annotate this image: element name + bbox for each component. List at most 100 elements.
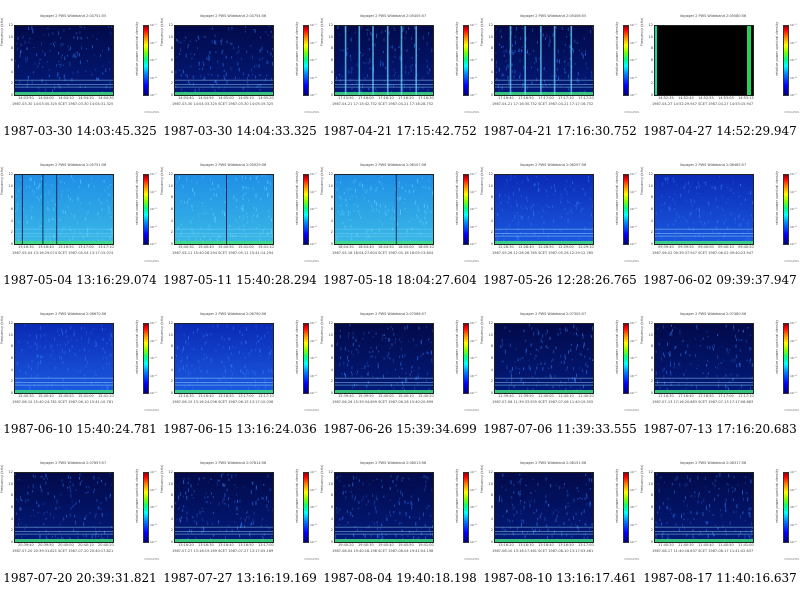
colorbar-tick-label: 10⁻¹ [630,321,637,325]
noise-speck [549,336,551,340]
noise-speck [95,534,97,538]
y-tick-label: 4 [170,516,173,521]
spectrogram-thumbnail[interactable]: Voyager 2 PWS Wideband 2:06107:56 Freque… [320,163,479,269]
image-caption[interactable]: 1987-08-04 19:40:18.198 [320,571,480,585]
spectrogram-thumbnail[interactable]: Voyager 2 PWS Wideband 2:08151:56 Freque… [480,461,639,567]
colorbar-ticks: 10⁻¹ 10⁻² 10⁻³ 10⁻⁴ 10⁻⁵ [790,321,800,395]
spectrogram-thumbnail[interactable]: Voyager 2 PWS Wideband 2:05929:56 Freque… [160,163,319,269]
gallery-item-3[interactable]: Voyager 2 PWS Wideband 2:05405:57 Freque… [320,0,480,149]
noise-speck [577,201,579,205]
gallery-item-20[interactable]: Voyager 2 PWS Wideband 2:08317:56 Freque… [640,447,800,596]
image-caption[interactable]: 1987-06-15 13:16:24.036 [160,422,320,436]
spectrogram-thumbnail[interactable]: Voyager 2 PWS Wideband 2:07305:57 Freque… [480,312,639,418]
image-caption[interactable]: 1987-04-21 17:16:30.752 [480,124,640,138]
spectrogram-thumbnail[interactable]: Voyager 2 PWS Wideband 2:08013:56 Freque… [320,461,480,567]
image-caption[interactable]: 1987-08-10 13:16:17.461 [480,571,640,585]
noise-speck [65,210,66,215]
spectrogram-thumbnail[interactable]: Voyager 2 PWS Wideband 2:05406:55 Freque… [480,14,639,120]
noise-speck [351,371,352,374]
x-tick-label: 17:16:40 [498,96,514,100]
spectrogram-thumbnail[interactable]: Voyager 2 PWS Wideband 2:04751:55 Freque… [0,14,159,120]
image-caption[interactable]: 1987-04-27 14:52:29.947 [640,124,800,138]
spectrogram-thumbnail[interactable]: Voyager 2 PWS Wideband 2:06297:56 Freque… [480,163,639,269]
image-caption[interactable]: 1987-03-30 14:03:45.325 [0,124,160,138]
spectrogram-thumbnail[interactable]: Voyager 2 PWS Wideband 2:05580:56 Freque… [640,14,799,120]
image-caption[interactable]: 1987-07-06 11:39:33.555 [480,422,640,436]
noise-speck [418,209,420,212]
noise-speck [714,185,716,189]
noise-speck [221,210,223,214]
gallery-item-11[interactable]: Voyager 2 PWS Wideband 2:06670:56 Freque… [0,298,160,447]
spectrogram-thumbnail[interactable]: Voyager 2 PWS Wideband 2:07653:57 Freque… [0,461,159,567]
image-caption[interactable]: 1987-05-04 13:16:29.074 [0,273,160,287]
noise-speck [414,386,416,391]
colorbar-tick-label: 10⁻³ [790,207,797,211]
gallery-item-6[interactable]: Voyager 2 PWS Wideband 2:05751:56 Freque… [0,149,160,298]
gallery-item-15[interactable]: Voyager 2 PWS Wideband 2:07480:56 Freque… [640,298,800,447]
image-caption[interactable]: 1987-05-18 18:04:27.604 [320,273,480,287]
noise-speck [253,512,255,515]
image-caption[interactable]: 1987-06-26 15:39:34.699 [320,422,480,436]
noise-speck [216,482,218,487]
gallery-item-1[interactable]: Voyager 2 PWS Wideband 2:04751:55 Freque… [0,0,160,149]
gallery-item-18[interactable]: Voyager 2 PWS Wideband 2:08013:56 Freque… [320,447,480,596]
gallery-item-19[interactable]: Voyager 2 PWS Wideband 2:08151:56 Freque… [480,447,640,596]
image-caption[interactable]: 1987-07-27 13:16:19.169 [160,571,320,585]
noise-speck [200,238,201,240]
noise-speck [560,361,562,365]
image-caption[interactable]: 1987-06-10 15:40:24.781 [0,422,160,436]
image-caption[interactable]: 1987-07-20 20:39:31.821 [0,571,160,585]
noise-speck [523,367,525,371]
gallery-item-8[interactable]: Voyager 2 PWS Wideband 2:06107:56 Freque… [320,149,480,298]
image-caption[interactable]: 1987-04-21 17:15:42.752 [320,124,480,138]
noise-speck [108,207,110,212]
gallery-item-14[interactable]: Voyager 2 PWS Wideband 2:07305:57 Freque… [480,298,640,447]
noise-speck [747,497,749,502]
image-caption[interactable]: 1987-05-26 12:28:26.765 [480,273,640,287]
gallery-item-13[interactable]: Voyager 2 PWS Wideband 2:07066:57 Freque… [320,298,480,447]
noise-speck [399,511,401,515]
noise-speck [15,210,16,213]
image-caption[interactable]: 1987-03-30 14:04:33.325 [160,124,320,138]
gallery-item-7[interactable]: Voyager 2 PWS Wideband 2:05929:56 Freque… [160,149,320,298]
spectrogram-thumbnail[interactable]: Voyager 2 PWS Wideband 2:05405:57 Freque… [320,14,479,120]
spectrogram-thumbnail[interactable]: Voyager 2 PWS Wideband 2:07480:56 Freque… [640,312,800,418]
noise-speck [573,516,574,520]
noise-speck [98,477,100,480]
gallery-item-10[interactable]: Voyager 2 PWS Wideband 2:06465:57 Freque… [640,149,800,298]
image-caption[interactable]: 1987-05-11 15:40:28.294 [160,273,320,287]
noise-speck [247,187,249,189]
spectrogram-thumbnail[interactable]: Voyager 2 PWS Wideband 2:07814:56 Freque… [160,461,319,567]
noise-speck [96,77,97,80]
image-caption[interactable]: 1987-07-13 17:16:20.683 [640,422,800,436]
noise-speck [519,483,521,486]
image-caption[interactable]: 1987-06-02 09:39:37.947 [640,273,800,287]
spectrogram-thumbnail[interactable]: Voyager 2 PWS Wideband 2:08317:56 Freque… [640,461,799,567]
gallery-item-4[interactable]: Voyager 2 PWS Wideband 2:05406:55 Freque… [480,0,640,149]
image-caption[interactable]: 1987-08-17 11:40:16.637 [640,571,800,585]
noise-speck [234,521,236,523]
spectrogram-thumbnail[interactable]: Voyager 2 PWS Wideband 2:04754:56 Freque… [160,14,319,120]
colorbar-label: relative power spectral density [775,170,779,225]
noise-speck [210,333,212,336]
noise-speck [355,338,357,343]
y-tick-label: 4 [490,367,493,372]
noise-speck [683,526,685,530]
noise-speck [190,65,192,67]
noise-speck [370,186,372,191]
spectrogram-thumbnail[interactable]: Voyager 2 PWS Wideband 2:07066:57 Freque… [320,312,479,418]
colorbar-ticks: 10⁻¹ 10⁻² 10⁻³ 10⁻⁴ 10⁻⁵ [470,470,480,544]
noise-speck [409,373,411,377]
gallery-item-17[interactable]: Voyager 2 PWS Wideband 2:07814:56 Freque… [160,447,320,596]
spectrogram-thumbnail[interactable]: Voyager 2 PWS Wideband 2:06670:56 Freque… [0,312,159,418]
spectrogram-thumbnail[interactable]: Voyager 2 PWS Wideband 2:06790:56 Freque… [160,312,319,418]
gallery-item-9[interactable]: Voyager 2 PWS Wideband 2:06297:56 Freque… [480,149,640,298]
spectrogram-thumbnail[interactable]: Voyager 2 PWS Wideband 2:06465:57 Freque… [640,163,799,269]
spectrogram-thumbnail[interactable]: Voyager 2 PWS Wideband 2:05751:56 Freque… [0,163,159,269]
noise-speck [235,218,236,222]
gallery-item-16[interactable]: Voyager 2 PWS Wideband 2:07653:57 Freque… [0,447,160,596]
noise-speck [255,485,257,489]
gallery-item-2[interactable]: Voyager 2 PWS Wideband 2:04754:56 Freque… [160,0,320,149]
gallery-item-12[interactable]: Voyager 2 PWS Wideband 2:06790:56 Freque… [160,298,320,447]
gallery-item-5[interactable]: Voyager 2 PWS Wideband 2:05580:56 Freque… [640,0,800,149]
